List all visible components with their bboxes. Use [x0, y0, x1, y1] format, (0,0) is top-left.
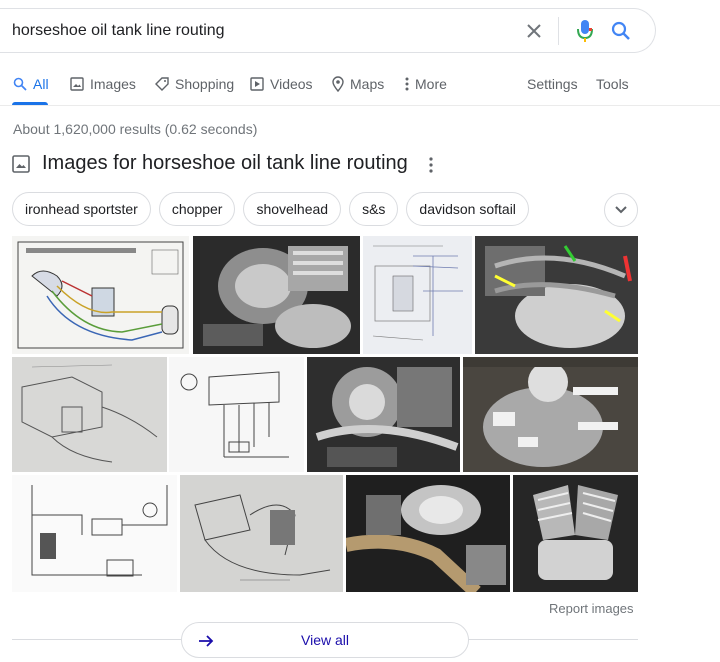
arrow-right-icon: [199, 635, 214, 647]
image-thumbnail[interactable]: [346, 475, 510, 592]
image-thumbnail[interactable]: [193, 236, 360, 354]
tab-label: Maps: [350, 76, 385, 92]
engine-labeled-photo-image: [463, 357, 638, 472]
images-section-title[interactable]: Images for horseshoe oil tank line routi…: [42, 152, 408, 175]
search-divider: [558, 16, 559, 45]
tab-label: Settings: [527, 76, 578, 92]
engine-closeup-photo-image: [307, 357, 460, 472]
image-thumbnail[interactable]: [475, 236, 638, 354]
image-thumbnail[interactable]: [513, 475, 638, 592]
image-icon: [70, 77, 84, 91]
chip-chopper[interactable]: chopper: [158, 192, 236, 226]
vtwin-engine-photo-image: [513, 475, 638, 592]
more-options-icon[interactable]: [424, 155, 438, 175]
tab-more[interactable]: More: [405, 76, 447, 92]
oil-line-diagram-image: [12, 236, 189, 354]
tab-label: More: [415, 76, 447, 92]
map-pin-icon: [332, 76, 344, 92]
image-thumbnail[interactable]: [12, 357, 167, 472]
image-thumbnail[interactable]: [307, 357, 460, 472]
image-thumbnail[interactable]: [12, 236, 189, 354]
search-input[interactable]: horseshoe oil tank line routing: [12, 22, 514, 40]
schematic-diagram-image: [12, 475, 177, 592]
expand-chips-button[interactable]: [604, 193, 638, 227]
tag-icon: [155, 77, 169, 91]
image-icon: [12, 154, 30, 173]
image-thumbnail[interactable]: [12, 475, 177, 592]
engine-arrows-photo-image: [475, 236, 638, 354]
search-icon: [13, 77, 27, 91]
search-bar[interactable]: horseshoe oil tank line routing: [0, 8, 656, 53]
engine-photo-image: [193, 236, 360, 354]
chip-ironhead-sportster[interactable]: ironhead sportster: [12, 192, 151, 226]
chevron-down-icon: [615, 206, 627, 214]
tab-maps[interactable]: Maps: [332, 76, 384, 92]
motorcycle-engine-photo-image: [346, 475, 510, 592]
search-icon[interactable]: [603, 11, 639, 51]
tab-settings[interactable]: Settings: [527, 76, 578, 92]
tab-label: All: [33, 76, 49, 92]
sketch-diagram-image: [363, 236, 472, 354]
image-thumbnail[interactable]: [363, 236, 472, 354]
report-images-link[interactable]: Report images: [549, 601, 634, 616]
result-stats: About 1,620,000 results (0.62 seconds): [13, 121, 258, 137]
dots-vertical-icon: [405, 77, 409, 91]
tab-tools[interactable]: Tools: [596, 76, 629, 92]
manual-diagram-image: [180, 475, 343, 592]
view-all-button[interactable]: View all: [181, 622, 469, 658]
related-searches-chips: ironhead sportster chopper shovelhead s&…: [12, 192, 529, 226]
line-drawing-image: [169, 357, 304, 472]
images-section-header: Images for horseshoe oil tank line routi…: [12, 152, 408, 175]
close-icon[interactable]: [514, 11, 554, 51]
tab-shopping[interactable]: Shopping: [155, 76, 234, 92]
play-icon: [250, 77, 264, 91]
image-thumbnail[interactable]: [463, 357, 638, 472]
pencil-sketch-image: [12, 357, 167, 472]
tab-images[interactable]: Images: [70, 76, 136, 92]
tab-label: Images: [90, 76, 136, 92]
tab-label: Shopping: [175, 76, 235, 92]
tab-label: Videos: [270, 76, 313, 92]
chip-davidson-softail[interactable]: davidson softail: [406, 192, 529, 226]
tab-videos[interactable]: Videos: [250, 76, 313, 92]
microphone-icon[interactable]: [567, 11, 603, 51]
tab-all[interactable]: All: [13, 76, 49, 92]
chip-s-and-s[interactable]: s&s: [349, 192, 399, 226]
chip-shovelhead[interactable]: shovelhead: [243, 192, 342, 226]
tab-label: Tools: [596, 76, 629, 92]
active-tab-indicator: [12, 102, 48, 105]
image-thumbnail[interactable]: [169, 357, 304, 472]
view-all-label: View all: [301, 632, 349, 648]
image-thumbnail[interactable]: [180, 475, 343, 592]
search-tabs: All Images Shopping Videos Maps More Set…: [0, 70, 720, 106]
